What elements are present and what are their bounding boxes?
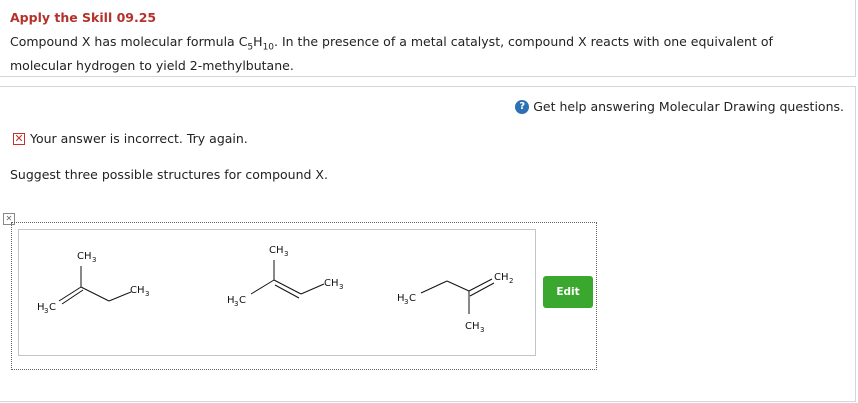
question-text-start: Compound X has molecular formula C	[10, 34, 248, 49]
atom-subscript: 3	[145, 290, 149, 298]
atom-subscript: 3	[284, 250, 288, 258]
question-circle-icon: ?	[515, 99, 530, 114]
structure-3	[420, 278, 495, 314]
atom-label: C	[409, 293, 416, 304]
structure-1	[58, 266, 132, 305]
atom-subscript: 3	[92, 256, 96, 264]
atom-label: CH	[465, 321, 480, 332]
atom-label: CH	[130, 285, 145, 296]
feedback-text: Your answer is incorrect. Try again.	[30, 131, 248, 146]
structures-svg: CH 3 CH 3 H 3 C CH 3 CH 3 H 3 C CH 2 CH …	[37, 245, 513, 334]
formula-hydrogen: H	[253, 34, 263, 49]
atom-subscript: 3	[339, 283, 343, 291]
atom-label: C	[49, 302, 56, 313]
formula-subscript-hydrogen: 10	[262, 42, 275, 53]
atom-subscript: 2	[509, 277, 513, 285]
help-link-label: Get help answering Molecular Drawing que…	[533, 99, 844, 114]
bond-double	[469, 282, 495, 297]
structure-2	[250, 260, 325, 299]
molecule-drawing-canvas[interactable]: CH 3 CH 3 H 3 C CH 3 CH 3 H 3 C CH 2 CH …	[18, 229, 536, 356]
atom-subscript: 3	[44, 307, 48, 315]
atom-label: C	[239, 295, 246, 306]
x-mark-icon: ✕	[13, 132, 25, 145]
bond	[80, 286, 110, 302]
prompt-text: Suggest three possible structures for co…	[10, 167, 328, 182]
bond	[446, 280, 470, 292]
edit-button[interactable]: Edit	[543, 276, 593, 308]
bond	[468, 278, 493, 292]
bond	[108, 291, 132, 302]
atom-subscript: 3	[404, 298, 408, 306]
skill-title: Apply the Skill 09.25	[10, 10, 157, 25]
atom-label: CH	[324, 278, 339, 289]
atom-label: CH	[494, 272, 509, 283]
bond	[420, 280, 448, 294]
help-link[interactable]: ? Get help answering Molecular Drawing q…	[515, 99, 844, 114]
question-text: Compound X has molecular formula C5H10. …	[10, 33, 820, 75]
atom-subscript: 3	[480, 326, 484, 334]
atom-subscript: 3	[234, 300, 238, 308]
feedback-message: ✕ Your answer is incorrect. Try again.	[13, 131, 248, 146]
bond	[300, 283, 325, 295]
atom-label: CH	[77, 251, 92, 262]
atom-label: CH	[269, 245, 284, 256]
bond	[250, 279, 275, 295]
